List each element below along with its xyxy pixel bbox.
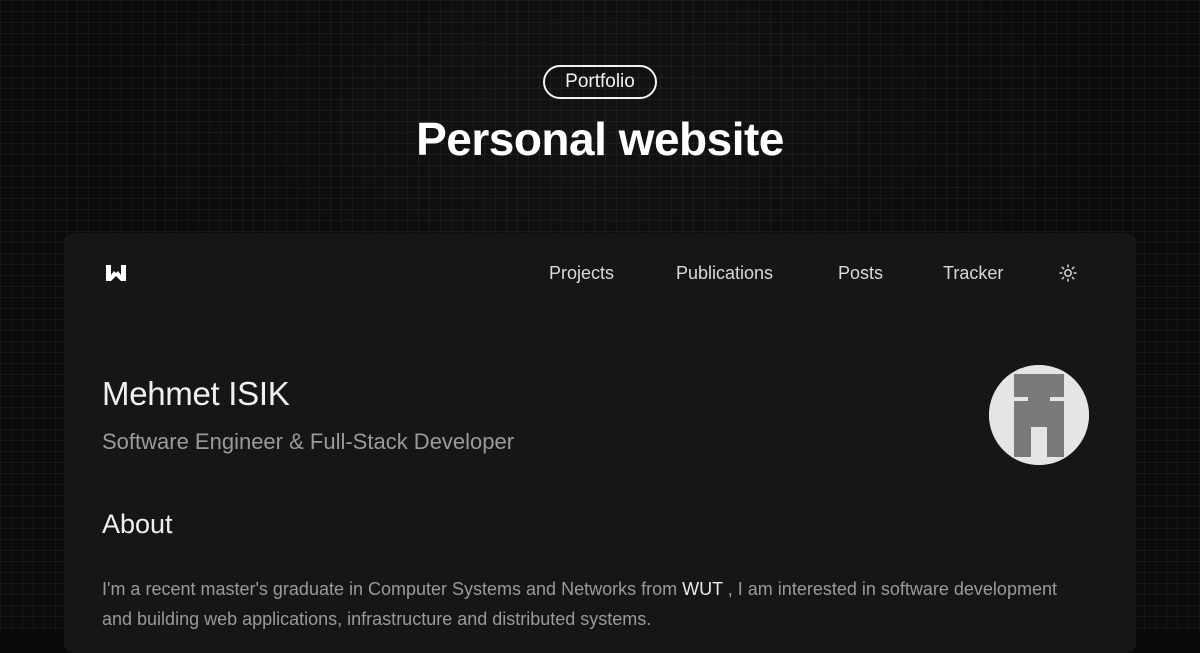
- w-logo-icon[interactable]: [106, 263, 126, 283]
- portfolio-tag: Portfolio: [543, 65, 657, 99]
- profile-role: Software Engineer & Full-Stack Developer: [102, 429, 515, 454]
- about-text: I'm a recent master's graduate in Comput…: [102, 574, 1062, 634]
- avatar: [989, 365, 1089, 465]
- pixel-avatar-icon: [989, 365, 1089, 465]
- nav-publications[interactable]: Publications: [676, 261, 773, 285]
- about-text-start: I'm a recent master's graduate in Comput…: [102, 579, 678, 599]
- nav-tracker[interactable]: Tracker: [943, 261, 1003, 285]
- sun-icon[interactable]: [1058, 263, 1078, 283]
- banner-title: Personal website: [416, 113, 784, 165]
- profile-name: Mehmet ISIK: [102, 375, 290, 412]
- about-heading: About: [102, 509, 173, 539]
- nav-projects[interactable]: Projects: [549, 261, 614, 285]
- wut-link[interactable]: WUT: [682, 579, 723, 599]
- nav-posts[interactable]: Posts: [838, 261, 883, 285]
- website-preview-card: Projects Publications Posts Tracker Mehm…: [64, 233, 1136, 653]
